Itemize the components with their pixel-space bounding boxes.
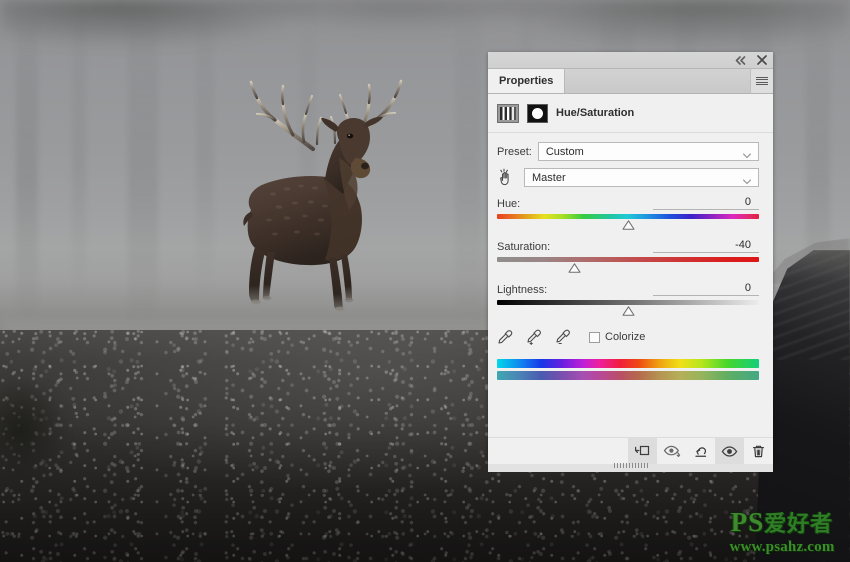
lightness-label: Lightness: [497, 284, 547, 296]
view-previous-state-icon[interactable] [657, 438, 686, 464]
watermark-brand-ps: PS [731, 507, 765, 537]
spectrum-bars [488, 345, 773, 380]
preset-label: Preset: [497, 146, 532, 158]
lightness-slider-thumb[interactable] [622, 306, 635, 316]
reset-icon[interactable] [686, 438, 715, 464]
watermark-url: www.psahz.com [718, 539, 846, 555]
adjustment-layer-thumbnail-icon[interactable] [497, 104, 519, 123]
chevron-down-icon [743, 149, 751, 154]
preset-value: Custom [546, 146, 584, 158]
saturation-track [497, 257, 759, 262]
adjustment-title: Hue/Saturation [556, 107, 634, 119]
hue-slider-block: Hue: 0 [488, 187, 773, 230]
properties-panel: Properties Hue/Saturation Preset: Custom [488, 52, 773, 464]
channel-row: Master [488, 161, 773, 187]
double-chevron-left-icon[interactable] [733, 53, 748, 67]
foreground-bush [0, 360, 110, 510]
resize-grip-icon[interactable] [614, 463, 648, 468]
watermark-brand: PS爱好者 [718, 508, 846, 539]
eyedropper-icon[interactable] [497, 329, 513, 345]
deer-stag [205, 62, 435, 312]
preset-dropdown[interactable]: Custom [538, 142, 759, 161]
eyedropper-add-icon[interactable] [526, 329, 542, 345]
saturation-label: Saturation: [497, 241, 550, 253]
tab-properties-label: Properties [499, 75, 553, 87]
tab-properties[interactable]: Properties [488, 69, 565, 93]
toggle-layer-visibility-icon[interactable] [715, 438, 744, 464]
hue-label: Hue: [497, 198, 520, 210]
colorize-checkbox[interactable] [589, 332, 600, 343]
source-spectrum-bar[interactable] [497, 359, 759, 368]
screenshot-root: PS爱好者 www.psahz.com [0, 0, 850, 562]
targeted-adjustment-hand-icon[interactable] [497, 168, 515, 187]
saturation-slider[interactable] [497, 257, 759, 273]
colorize-label: Colorize [605, 331, 645, 343]
close-icon[interactable] [754, 53, 769, 67]
hamburger-menu-icon[interactable] [750, 69, 773, 93]
clip-to-layer-icon[interactable] [628, 438, 657, 464]
result-spectrum-bar[interactable] [497, 371, 759, 380]
delete-layer-icon[interactable] [744, 438, 773, 464]
eyedropper-subtract-icon[interactable] [555, 329, 571, 345]
lightness-slider[interactable] [497, 300, 759, 316]
eyedropper-row: Colorize [488, 316, 773, 345]
lightness-value-input[interactable]: 0 [653, 282, 759, 296]
chevron-down-icon [743, 175, 751, 180]
panel-titlebar[interactable] [488, 52, 773, 69]
saturation-value-input[interactable]: -40 [653, 239, 759, 253]
lightness-track [497, 300, 759, 305]
hue-slider-thumb[interactable] [622, 220, 635, 230]
watermark: PS爱好者 www.psahz.com [718, 508, 846, 558]
saturation-slider-block: Saturation: -40 [488, 230, 773, 273]
panel-footer [488, 437, 773, 464]
channel-dropdown[interactable]: Master [524, 168, 759, 187]
watermark-brand-cn: 爱好者 [764, 512, 833, 537]
adjustment-header: Hue/Saturation [488, 94, 773, 133]
colorize-option[interactable]: Colorize [589, 331, 645, 343]
tab-bar-filler [565, 69, 750, 93]
panel-tab-bar: Properties [488, 69, 773, 94]
layer-mask-thumbnail-icon[interactable] [527, 104, 548, 123]
saturation-slider-thumb[interactable] [568, 263, 581, 273]
panel-body: Hue/Saturation Preset: Custom [488, 94, 773, 440]
preset-row: Preset: Custom [488, 133, 773, 161]
lightness-slider-block: Lightness: 0 [488, 273, 773, 316]
channel-value: Master [532, 172, 566, 184]
hue-slider[interactable] [497, 214, 759, 230]
hue-value-input[interactable]: 0 [653, 196, 759, 210]
hue-track [497, 214, 759, 219]
